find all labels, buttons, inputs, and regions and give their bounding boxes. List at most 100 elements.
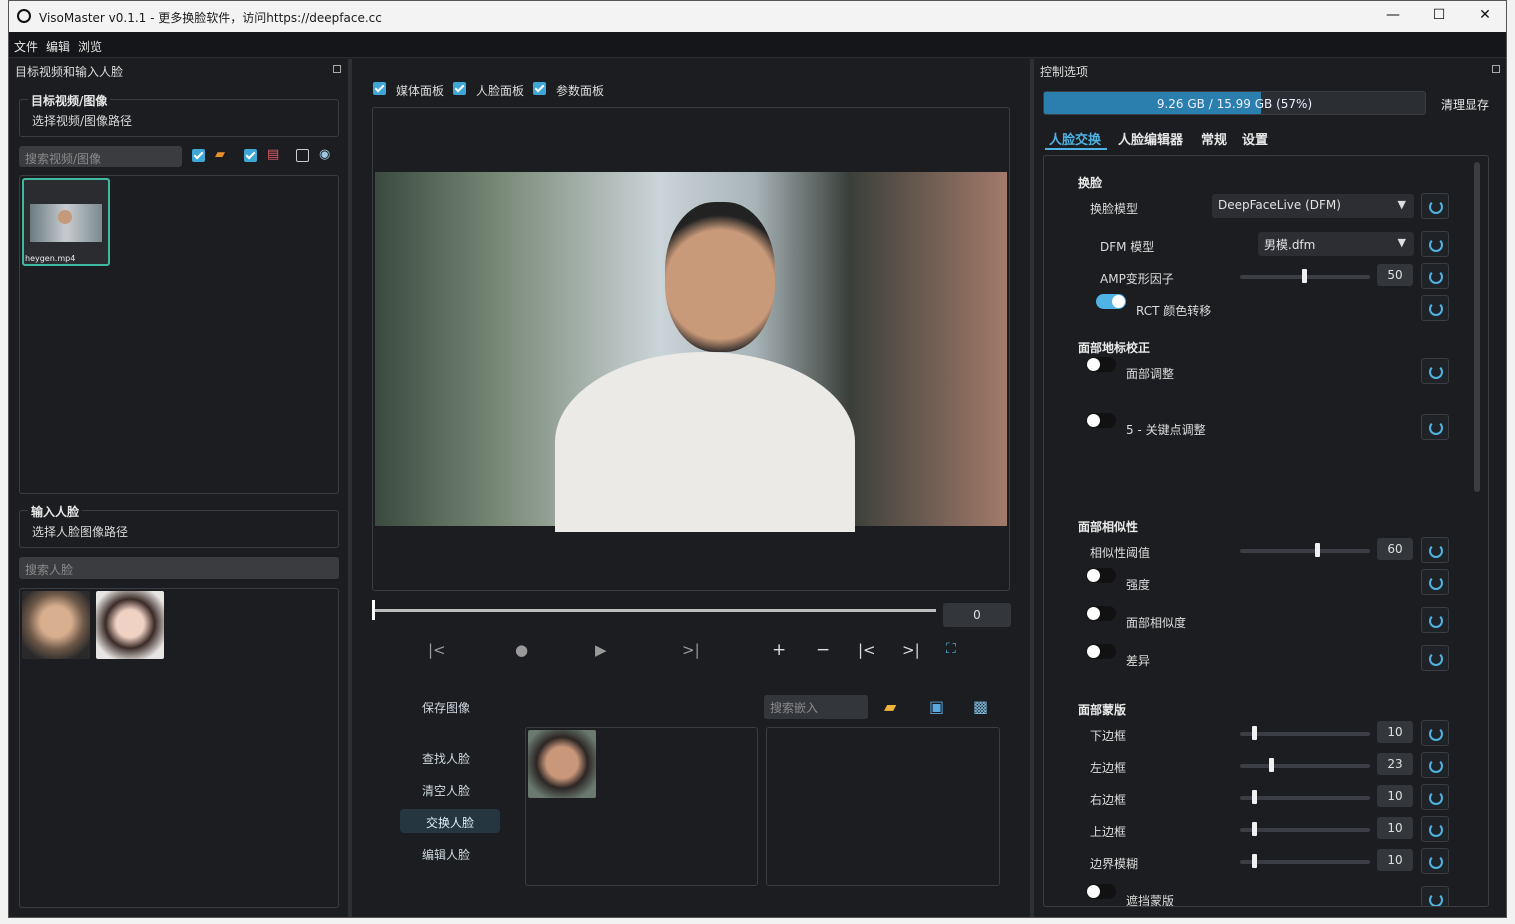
amp-value[interactable]: 50 <box>1377 264 1413 286</box>
reset-face-similarity-button[interactable] <box>1421 607 1449 633</box>
open-folder-icon[interactable]: ▰ <box>884 697 896 716</box>
chevron-down-icon: ▼ <box>1397 236 1406 249</box>
amp-slider-handle[interactable] <box>1302 269 1307 283</box>
face-adjust-toggle[interactable] <box>1086 357 1116 372</box>
save-as-embedding-icon[interactable]: ▩ <box>973 697 988 716</box>
detected-face-1[interactable] <box>528 730 596 798</box>
tab-face-editor[interactable]: 人脸编辑器 <box>1118 129 1183 148</box>
input-face-1[interactable] <box>22 591 90 659</box>
filter-webcam-checkbox[interactable] <box>296 149 309 162</box>
dock-float-icon[interactable] <box>333 65 341 73</box>
bottom-border-handle[interactable] <box>1252 726 1257 740</box>
next-frame-button[interactable]: >| <box>682 641 700 659</box>
fit-view-button[interactable]: ⛶ <box>946 641 956 657</box>
filter-images-checkbox[interactable] <box>192 149 205 162</box>
border-blur-slider[interactable] <box>1240 854 1370 868</box>
close-button[interactable]: ✕ <box>1475 7 1495 25</box>
target-search-input[interactable]: 搜索视频/图像 <box>19 146 182 167</box>
face-search-input[interactable]: 搜索人脸 <box>19 557 339 579</box>
rct-toggle[interactable] <box>1096 294 1126 309</box>
face-panel-checkbox[interactable] <box>453 82 466 95</box>
dfm-model-select[interactable]: 男模.dfm ▼ <box>1258 232 1414 256</box>
save-embedding-icon[interactable]: ▣ <box>929 697 944 716</box>
tab-settings[interactable]: 设置 <box>1242 129 1268 148</box>
timeline-slider[interactable] <box>372 600 936 620</box>
left-border-slider[interactable] <box>1240 758 1370 772</box>
amp-slider[interactable] <box>1240 269 1370 283</box>
reset-strength-button[interactable] <box>1421 569 1449 595</box>
reset-amp-button[interactable] <box>1421 263 1449 289</box>
tab-face-swap[interactable]: 人脸交换 <box>1049 129 1101 148</box>
reset-occlusion-button[interactable] <box>1421 886 1449 906</box>
scrollbar-thumb[interactable] <box>1474 162 1480 492</box>
reset-swap-model-button[interactable] <box>1421 193 1449 219</box>
top-border-slider[interactable] <box>1240 822 1370 836</box>
top-border-value[interactable]: 10 <box>1377 817 1413 839</box>
save-image-button[interactable]: 保存图像 <box>422 699 470 716</box>
reset-face-adjust-button[interactable] <box>1421 358 1449 384</box>
face-similarity-toggle[interactable] <box>1086 606 1116 621</box>
remove-marker-button[interactable]: − <box>816 640 830 660</box>
reset-difference-button[interactable] <box>1421 645 1449 671</box>
top-border-handle[interactable] <box>1252 822 1257 836</box>
reset-keypoint-button[interactable] <box>1421 414 1449 440</box>
keypoint-adjust-toggle[interactable] <box>1086 413 1116 428</box>
similarity-threshold-value[interactable]: 60 <box>1377 538 1413 560</box>
reset-border-blur-button[interactable] <box>1421 848 1449 874</box>
prev-marker-button[interactable]: |< <box>858 641 876 659</box>
similarity-threshold-slider[interactable] <box>1240 543 1370 557</box>
input-path-button[interactable]: 选择人脸图像路径 <box>32 523 128 540</box>
border-blur-value[interactable]: 10 <box>1377 849 1413 871</box>
bottom-border-slider[interactable] <box>1240 726 1370 740</box>
strength-toggle[interactable] <box>1086 568 1116 583</box>
record-button[interactable]: ● <box>515 641 528 659</box>
webcam-icon[interactable]: ◉ <box>319 147 330 162</box>
add-marker-button[interactable]: + <box>772 640 786 660</box>
clear-vram-button[interactable]: 清理显存 <box>1441 96 1489 113</box>
dock-float-icon[interactable] <box>1492 65 1500 73</box>
param-panel-checkbox[interactable] <box>533 82 546 95</box>
occlusion-mask-toggle[interactable] <box>1086 884 1116 899</box>
clear-faces-button[interactable]: 清空人脸 <box>422 782 470 799</box>
maximize-button[interactable]: ☐ <box>1429 7 1449 25</box>
filter-videos-checkbox[interactable] <box>244 149 257 162</box>
right-border-handle[interactable] <box>1252 790 1257 804</box>
left-border-handle[interactable] <box>1269 758 1274 772</box>
target-video-thumbnail[interactable]: heygen.mp4 <box>22 178 110 266</box>
media-panel-checkbox[interactable] <box>373 82 386 95</box>
target-path-button[interactable]: 选择视频/图像路径 <box>32 112 132 129</box>
swap-faces-button[interactable]: 交换人脸 <box>400 809 500 833</box>
timeline-handle[interactable] <box>372 600 375 620</box>
video-viewer[interactable] <box>372 107 1010 591</box>
reset-right-border-button[interactable] <box>1421 784 1449 810</box>
tab-general[interactable]: 常规 <box>1201 129 1227 148</box>
menu-file[interactable]: 文件 <box>14 38 38 55</box>
reset-left-border-button[interactable] <box>1421 752 1449 778</box>
frame-number-input[interactable]: 0 <box>943 603 1011 627</box>
difference-toggle[interactable] <box>1086 644 1116 659</box>
reset-bottom-border-button[interactable] <box>1421 720 1449 746</box>
reset-top-border-button[interactable] <box>1421 816 1449 842</box>
menu-edit[interactable]: 编辑 <box>46 38 70 55</box>
embed-search-input[interactable]: 搜索嵌入 <box>764 695 868 719</box>
border-blur-handle[interactable] <box>1252 854 1257 868</box>
play-button[interactable]: ▶ <box>595 641 607 659</box>
reset-similarity-button[interactable] <box>1421 537 1449 563</box>
edit-faces-button[interactable]: 编辑人脸 <box>422 846 470 863</box>
prev-frame-button[interactable]: |< <box>428 641 446 659</box>
similarity-slider-handle[interactable] <box>1315 543 1320 557</box>
left-border-value[interactable]: 23 <box>1377 753 1413 775</box>
menu-view[interactable]: 浏览 <box>78 38 102 55</box>
swap-model-select[interactable]: DeepFaceLive (DFM) ▼ <box>1212 194 1414 218</box>
right-border-value[interactable]: 10 <box>1377 785 1413 807</box>
find-faces-button[interactable]: 查找人脸 <box>422 750 470 767</box>
video-clapper-icon[interactable]: ▤ <box>267 147 279 162</box>
right-border-slider[interactable] <box>1240 790 1370 804</box>
reset-dfm-button[interactable] <box>1421 231 1449 257</box>
next-marker-button[interactable]: >| <box>902 641 920 659</box>
reset-rct-button[interactable] <box>1421 295 1449 321</box>
bottom-border-value[interactable]: 10 <box>1377 721 1413 743</box>
minimize-button[interactable]: — <box>1383 7 1403 25</box>
input-face-2[interactable] <box>96 591 164 659</box>
image-filter-icon[interactable]: ▰ <box>215 147 225 162</box>
